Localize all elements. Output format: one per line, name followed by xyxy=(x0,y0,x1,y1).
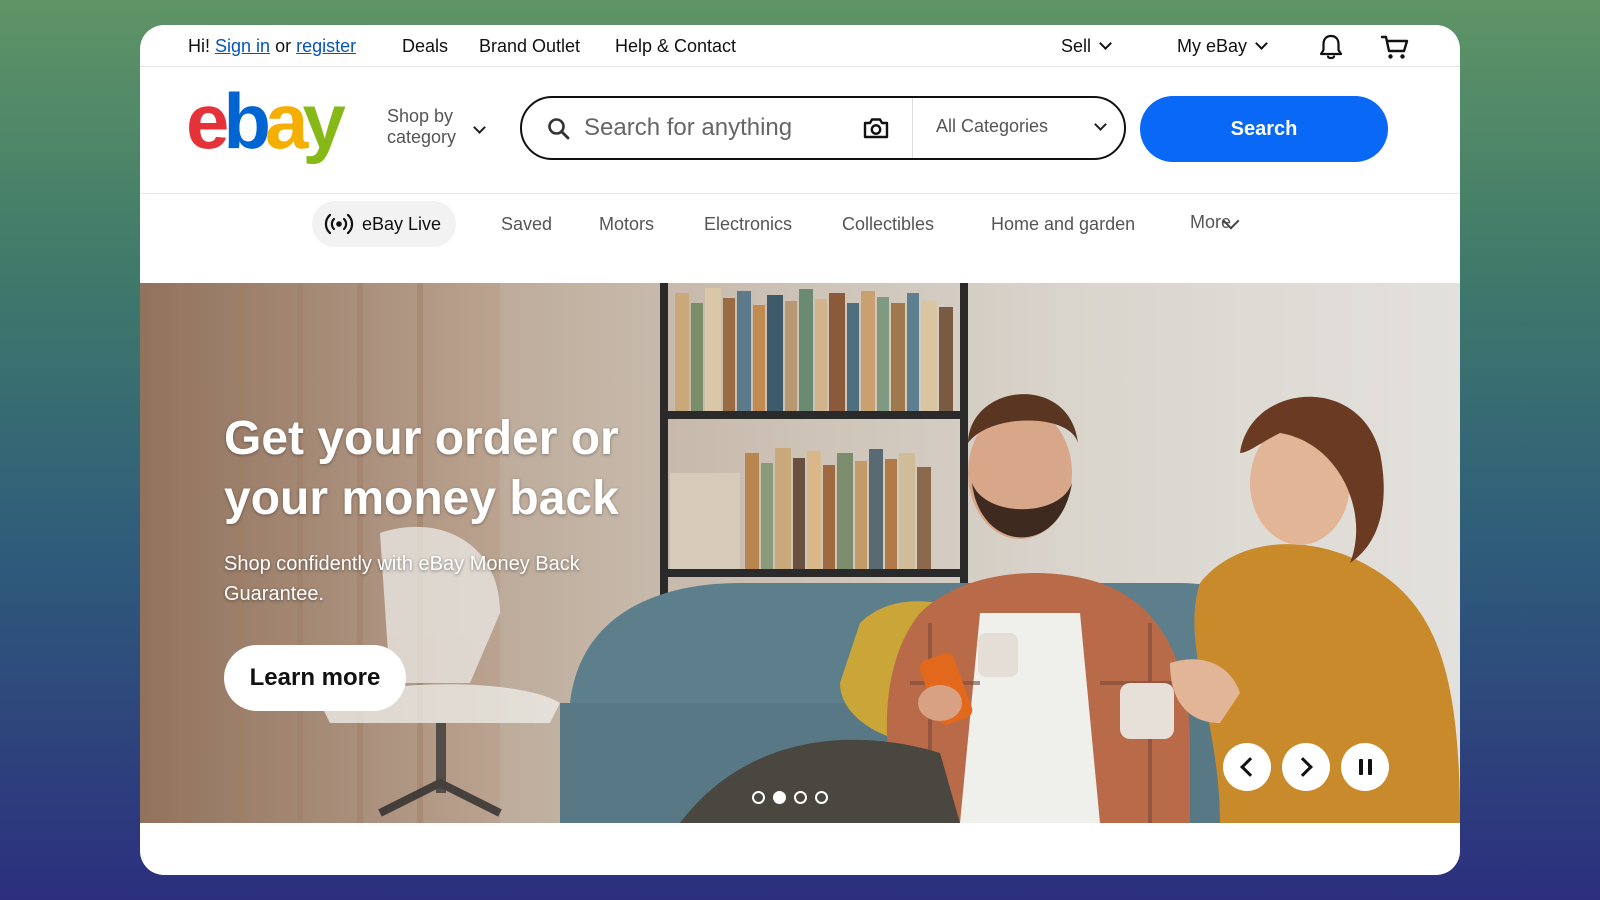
hero-subtitle: Shop confidently with eBay Money Back Gu… xyxy=(224,553,580,605)
my-ebay-menu[interactable]: My eBay xyxy=(1177,36,1268,57)
ebay-live-label: eBay Live xyxy=(362,214,442,234)
category-label: category xyxy=(387,127,457,147)
sign-in-link[interactable]: Sign in xyxy=(215,36,270,56)
chevron-down-icon xyxy=(1099,37,1112,50)
carousel-dot[interactable] xyxy=(752,791,765,804)
nav-item-saved[interactable]: Saved xyxy=(501,214,552,235)
chevron-right-icon xyxy=(1293,757,1313,777)
main-header: ebay Shop by category All Categories Sea… xyxy=(140,68,1460,194)
sell-menu[interactable]: Sell xyxy=(1061,36,1112,57)
help-contact-link[interactable]: Help & Contact xyxy=(615,36,736,57)
search-icon xyxy=(548,118,570,140)
hero-title: Get your order or your money back xyxy=(224,412,619,525)
category-nav: eBay Live Saved Motors Electronics Colle… xyxy=(140,195,1460,282)
deals-link[interactable]: Deals xyxy=(402,36,448,57)
carousel-dot[interactable] xyxy=(815,791,828,804)
cart-icon[interactable] xyxy=(1380,33,1410,61)
nav-item-electronics[interactable]: Electronics xyxy=(704,214,792,235)
greeting: Hi! Sign in or register xyxy=(188,36,356,57)
pause-icon xyxy=(1358,759,1372,775)
greeting-prefix: Hi! xyxy=(188,36,210,56)
category-select[interactable]: All Categories xyxy=(936,116,1048,137)
bell-icon[interactable] xyxy=(1318,33,1344,61)
brand-outlet-link[interactable]: Brand Outlet xyxy=(479,36,580,57)
chevron-left-icon xyxy=(1240,757,1260,777)
nav-item-motors[interactable]: Motors xyxy=(599,214,654,235)
carousel-indicators xyxy=(752,791,828,804)
ebay-live-pill[interactable]: eBay Live xyxy=(312,201,456,247)
chevron-down-icon xyxy=(1094,118,1107,131)
greeting-or: or xyxy=(275,36,292,56)
chevron-down-icon xyxy=(1255,37,1268,50)
sell-label: Sell xyxy=(1061,36,1092,56)
nav-item-collectibles[interactable]: Collectibles xyxy=(842,214,934,235)
shop-by-category-button[interactable]: Shop by category xyxy=(387,106,456,148)
logo-letter: e xyxy=(186,77,229,165)
learn-more-button[interactable]: Learn more xyxy=(224,645,406,711)
camera-icon[interactable] xyxy=(862,115,890,141)
my-ebay-label: My eBay xyxy=(1177,36,1248,56)
shop-by-label: Shop by xyxy=(387,106,454,126)
carousel-next-button[interactable] xyxy=(1282,743,1330,791)
search-input[interactable] xyxy=(584,108,854,148)
ebay-logo[interactable]: ebay xyxy=(186,82,346,160)
live-broadcast-icon xyxy=(324,213,354,235)
top-utility-bar: Hi! Sign in or register Deals Brand Outl… xyxy=(140,25,1460,67)
search-button[interactable]: Search xyxy=(1140,96,1388,162)
logo-letter: b xyxy=(223,77,271,165)
logo-letter: y xyxy=(302,77,345,165)
search-bar: All Categories xyxy=(520,96,1126,160)
carousel-pause-button[interactable] xyxy=(1341,743,1389,791)
logo-letter: a xyxy=(265,77,308,165)
hero-banner: Get your order or your money back Shop c… xyxy=(140,283,1460,823)
carousel-dot-active[interactable] xyxy=(773,791,786,804)
register-link[interactable]: register xyxy=(296,36,356,56)
nav-item-home-garden[interactable]: Home and garden xyxy=(991,214,1135,235)
carousel-dot[interactable] xyxy=(794,791,807,804)
browser-window: Hi! Sign in or register Deals Brand Outl… xyxy=(140,25,1460,875)
chevron-down-icon xyxy=(473,121,486,134)
carousel-prev-button[interactable] xyxy=(1223,743,1271,791)
search-divider xyxy=(912,98,913,158)
